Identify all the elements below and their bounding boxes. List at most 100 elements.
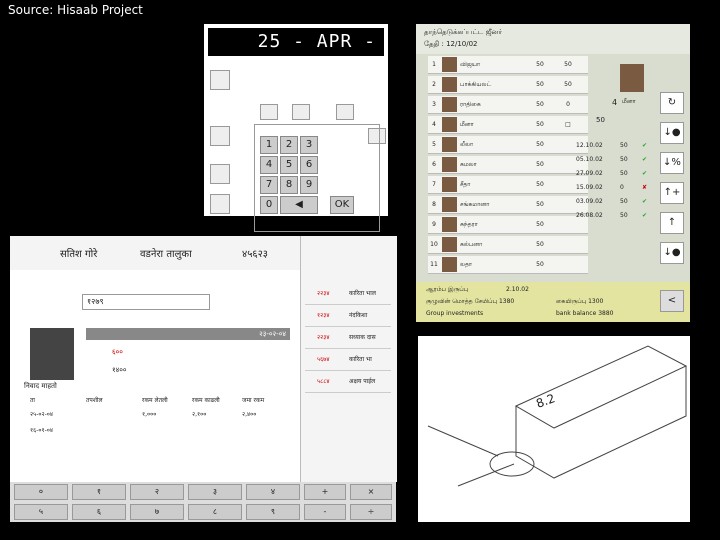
digit-key[interactable]: १ (72, 484, 126, 500)
list-item[interactable]: 9 சுந்தரா 50 (428, 216, 588, 234)
operator-key[interactable]: + (304, 484, 346, 500)
table-cell: १,००० (142, 411, 157, 418)
operator-key[interactable]: × (350, 484, 392, 500)
list-item[interactable]: ५८८४ अक्षय पाईल (305, 372, 391, 393)
key-2[interactable]: 2 (280, 136, 298, 154)
key-3[interactable]: 3 (300, 136, 318, 154)
list-item[interactable]: 6 கமலா 50 (428, 156, 588, 174)
date-display: 25 - APR - 2002 (208, 28, 384, 80)
digit-key[interactable]: ० (14, 484, 68, 500)
taluka: वडनेरा तालुका (140, 249, 192, 260)
digit-key[interactable]: ६ (72, 504, 126, 520)
list-item[interactable]: 4 மீனா 50 □ (428, 116, 588, 134)
row-number: 11 (430, 261, 438, 268)
ok-key[interactable]: OK (330, 196, 354, 214)
person-icon[interactable] (210, 126, 230, 146)
box-close-icon[interactable] (292, 104, 310, 120)
list-item[interactable]: १२३४ नंदकिशा (305, 306, 391, 327)
digit-key[interactable]: ७ (130, 504, 184, 520)
key-1[interactable]: 1 (260, 136, 278, 154)
digit-key[interactable]: ५ (14, 504, 68, 520)
source-caption: Source: Hisaab Project (8, 3, 143, 17)
box-open-icon[interactable] (260, 104, 278, 120)
group-icon[interactable] (210, 70, 230, 90)
column-header: तपशील (86, 397, 103, 404)
list-icon[interactable] (336, 104, 354, 120)
list-item[interactable]: 5 லீலா 50 (428, 136, 588, 154)
history-date: 03.09.02 (576, 198, 603, 205)
device-body (515, 366, 687, 479)
list-item[interactable]: 1 விஜயா 50 50 (428, 56, 588, 74)
code: ४५६२३ (242, 249, 268, 260)
tamil-savings-panel: தாந்தெடுக்கப்பட்ட ஜீனர் தேதி : 12/10/02 … (416, 24, 690, 322)
list-item[interactable]: 7 சீதா 50 (428, 176, 588, 194)
history-amount: 50 (620, 198, 628, 205)
row-number: 4 (432, 121, 436, 128)
item-code: ५८८४ (317, 378, 330, 385)
list-item[interactable]: 8 சங்கமானா 50 (428, 196, 588, 214)
side-button[interactable]: ↓● (660, 122, 684, 144)
digit-key[interactable]: ८ (188, 504, 242, 520)
operator-key[interactable]: ÷ (350, 504, 392, 520)
digit-key[interactable]: ३ (188, 484, 242, 500)
search-input[interactable]: १२७९ (82, 294, 210, 310)
person-name: निवाद माहतो (24, 382, 57, 390)
list-item[interactable]: २२३४ सध्याक दास (305, 328, 391, 349)
amount-input[interactable]: 50 (596, 116, 605, 124)
row-amount-a: 50 (536, 221, 544, 228)
item-code: २२३४ (317, 334, 330, 341)
row-number: 5 (432, 141, 436, 148)
row-amount-b: 50 (564, 61, 572, 68)
row-amount-a: 50 (536, 141, 544, 148)
list-item[interactable]: 3 ராதிகை 50 0 (428, 96, 588, 114)
list-item[interactable]: 11 லதா 50 (428, 256, 588, 274)
avatar (442, 117, 457, 132)
item-code: ५६७४ (317, 356, 330, 363)
sketch-svg (427, 345, 688, 487)
row-amount-a: 50 (536, 61, 544, 68)
key-7[interactable]: 7 (260, 176, 278, 194)
key-5[interactable]: 5 (280, 156, 298, 174)
row-name: லதா (460, 261, 473, 268)
list-item[interactable]: ५६७४ कारिता भा (305, 350, 391, 371)
history-amount: 50 (620, 142, 628, 149)
backspace-key[interactable]: ◀ (280, 196, 318, 214)
digit-key[interactable]: ९ (246, 504, 300, 520)
key-9[interactable]: 9 (300, 176, 318, 194)
item-label: कारिता भा (349, 356, 372, 363)
row-name: ராதிகை (460, 101, 481, 108)
status-icon: ✘ (642, 184, 648, 191)
key-4[interactable]: 4 (260, 156, 278, 174)
key-6[interactable]: 6 (300, 156, 318, 174)
row-name: சீதா (460, 181, 471, 188)
avatar (442, 157, 457, 172)
operator-key[interactable]: - (304, 504, 346, 520)
list-item[interactable]: २२३४ कारिता भाल (305, 284, 391, 305)
row-number: 2 (432, 81, 436, 88)
side-button[interactable]: ↻ (660, 92, 684, 114)
side-button[interactable]: ↑ (660, 212, 684, 234)
side-button[interactable]: ↓● (660, 242, 684, 264)
footer-l1: ஆரம்ப இருப்பு (426, 286, 469, 293)
side-button[interactable]: ↑+ (660, 182, 684, 204)
member-name: सतिश गोरे (60, 249, 98, 260)
avatar (442, 237, 457, 252)
history-row: 12.10.02 50 ✔ (576, 140, 656, 152)
key-0[interactable]: 0 (260, 196, 278, 214)
back-button[interactable]: < (660, 290, 684, 312)
person-add-icon[interactable] (210, 164, 230, 184)
footer: ஆரம்ப இருப்பு 2.10.02 குழுவின் மொத்த சேம… (416, 282, 690, 322)
key-8[interactable]: 8 (280, 176, 298, 194)
digit-key[interactable]: ४ (246, 484, 300, 500)
list-item[interactable]: 2 பாக்கியலட் 50 50 (428, 76, 588, 94)
calendar-keypad-panel: 25 - APR - 2002 1 2 3 4 5 6 7 8 9 0 ◀ OK (204, 24, 388, 232)
row-amount-a: 50 (536, 121, 544, 128)
digit-key[interactable]: २ (130, 484, 184, 500)
item-label: अक्षय पाईल (349, 378, 376, 385)
history-amount: 50 (620, 156, 628, 163)
side-button[interactable]: ↓% (660, 152, 684, 174)
person-back-icon[interactable] (210, 194, 230, 214)
list-item[interactable]: 10 கல்பனா 50 (428, 236, 588, 254)
member-list: २२३४ कारिता भाल १२३४ नंदकिशा २२३४ सध्याक दास ५… (300, 236, 397, 482)
footer-v2: கையிருப்பு 1300 (556, 298, 604, 305)
